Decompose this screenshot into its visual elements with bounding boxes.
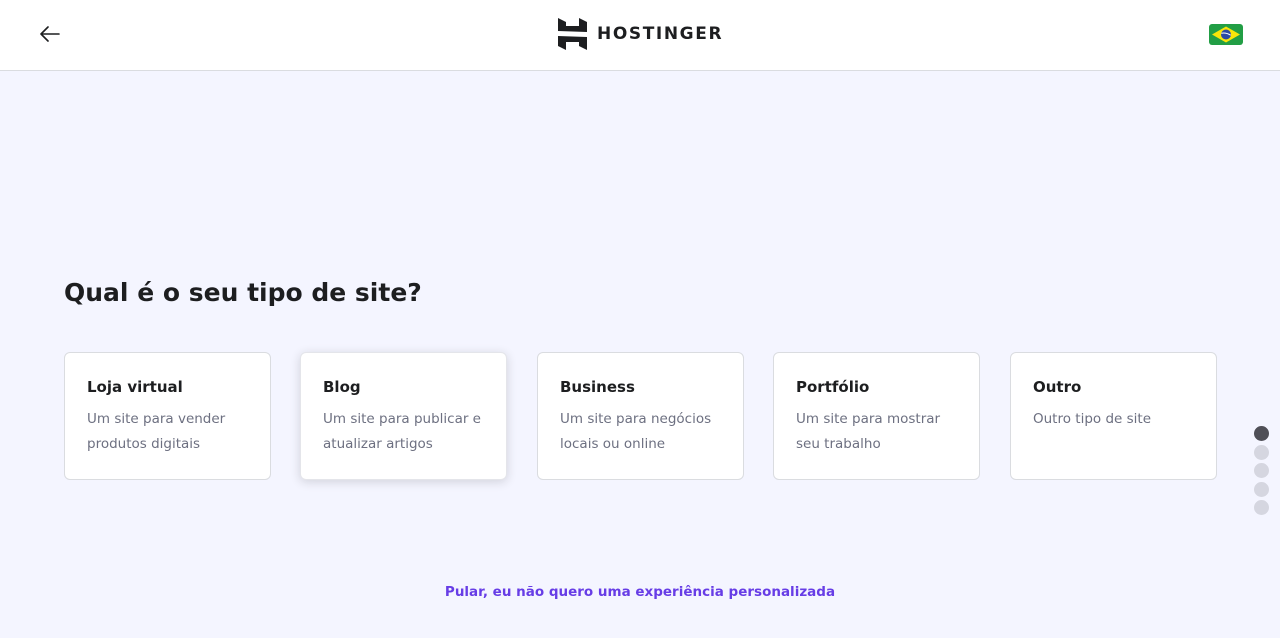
page-title: Qual é o seu tipo de site? [64,278,422,307]
top-header: HOSTINGER [0,0,1280,71]
back-button[interactable] [38,22,62,46]
site-type-card-blog[interactable]: Blog Um site para publicar e atualizar a… [300,352,507,480]
hostinger-logo[interactable]: HOSTINGER [558,18,723,50]
card-title: Blog [323,378,361,396]
brazil-flag-icon [1209,24,1243,45]
step-dot-4[interactable] [1254,481,1269,497]
step-dot-1[interactable] [1254,426,1269,441]
card-description: Um site para negócios locais ou online [560,411,712,452]
card-title: Portfólio [796,378,870,396]
card-description: Um site para vender produtos digitais [87,411,226,452]
site-type-card-loja-virtual[interactable]: Loja virtual Um site para vender produto… [64,352,271,480]
card-title: Outro [1033,378,1082,396]
step-dot-5[interactable] [1254,500,1269,515]
step-dot-2[interactable] [1254,444,1269,460]
skip-personalization-link[interactable]: Pular, eu não quero uma experiência pers… [0,584,1280,600]
site-type-card-outro[interactable]: Outro Outro tipo de site [1010,352,1217,480]
step-dot-3[interactable] [1254,463,1269,478]
language-selector[interactable] [1209,24,1243,45]
card-description: Outro tipo de site [1033,411,1151,427]
card-description: Um site para mostrar seu trabalho [796,411,941,452]
site-type-card-portfolio[interactable]: Portfólio Um site para mostrar seu traba… [773,352,980,480]
hostinger-h-logo [558,18,587,50]
site-type-card-business[interactable]: Business Um site para negócios locais ou… [537,352,744,480]
arrow-left-icon [40,26,60,42]
card-description: Um site para publicar e atualizar artigo… [323,411,481,452]
step-pagination [1254,426,1270,519]
card-title: Loja virtual [87,378,183,396]
logo-text: HOSTINGER [597,24,724,44]
card-title: Business [560,378,635,396]
